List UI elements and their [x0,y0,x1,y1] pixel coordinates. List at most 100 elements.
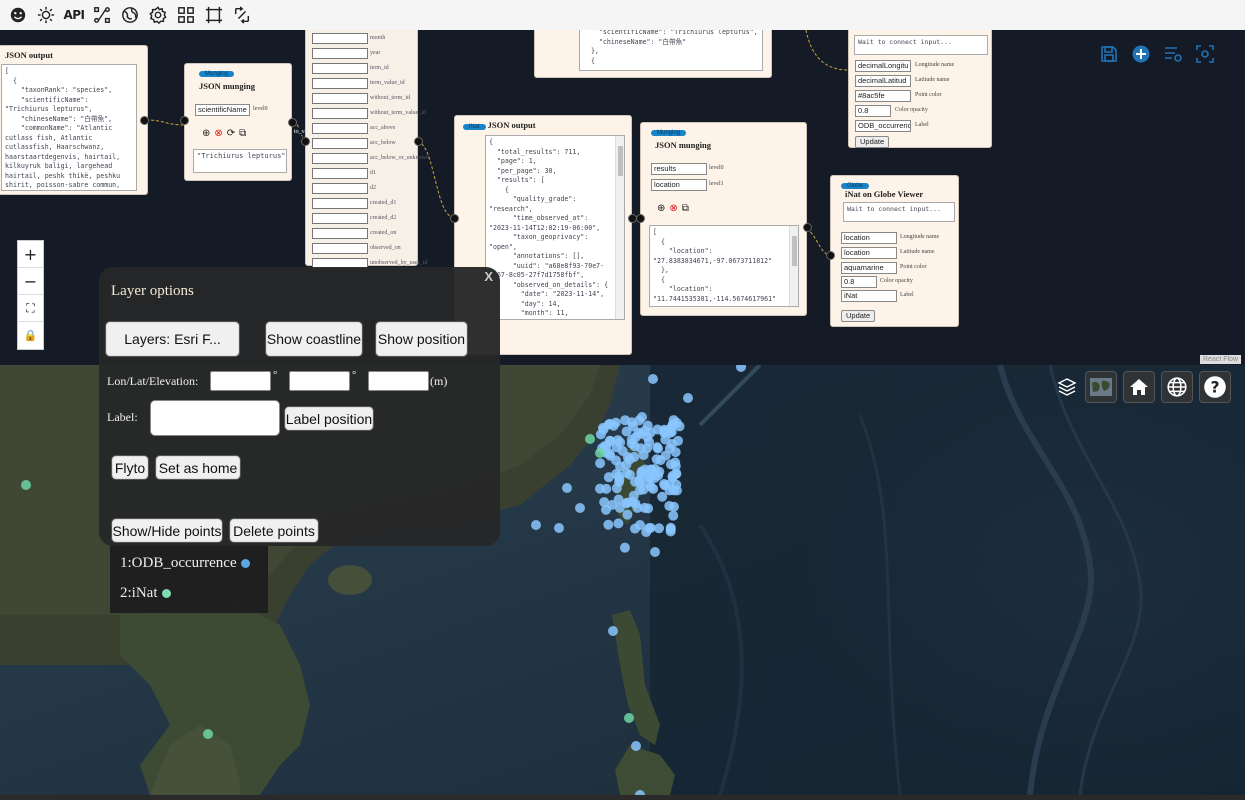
param-input[interactable] [312,183,368,194]
input-handle[interactable] [826,251,835,260]
save-icon[interactable] [1099,44,1119,64]
json-output-text[interactable]: { "total_results": 711, "page": 1, "per_… [485,135,625,320]
set-as-home-button[interactable]: Set as home [155,455,241,480]
legend-item[interactable]: 1:ODB_occurrence [120,555,250,572]
odb-point[interactable] [562,483,572,493]
sun-icon[interactable] [32,1,60,29]
copy-icon[interactable]: ⧉ [682,203,689,214]
odb-point[interactable] [671,485,682,496]
odb-point[interactable] [615,437,626,448]
screenshot-icon[interactable] [1195,44,1215,64]
update-button[interactable]: Update [855,136,890,148]
input-handle[interactable] [180,116,189,125]
odb-point[interactable] [648,374,658,384]
odb-point[interactable] [608,626,618,636]
delete-icon[interactable]: ⊗ [214,128,222,139]
param-input[interactable] [312,123,368,134]
param-input[interactable] [312,228,368,239]
odb-point[interactable] [554,523,564,533]
refresh-icon[interactable]: ⟳ [227,128,235,139]
odb-point[interactable] [683,393,693,403]
add-icon[interactable]: ⊕ [202,128,210,139]
odb-point[interactable] [665,524,676,535]
gear-icon[interactable] [144,1,172,29]
show-coastline-button[interactable]: Show coastline [265,321,363,357]
point-color-input[interactable]: aquamarine [841,262,897,274]
output-handle[interactable] [288,118,297,127]
longitude-input[interactable]: decimalLongitu [855,60,911,72]
globe-viewer-node-1[interactable]: Wait to connect input... decimalLongitu … [848,30,992,148]
longitude-input[interactable]: location [841,232,897,244]
odb-point[interactable] [644,523,655,534]
param-input[interactable] [312,213,368,224]
param-input[interactable] [312,198,368,209]
json-munging-node-1[interactable]: Munging JSON munging scientificName leve… [180,63,297,181]
flyto-button[interactable]: Flyto [111,455,149,480]
odb-point[interactable] [635,485,646,496]
odb-point[interactable] [654,523,665,534]
param-input[interactable] [312,108,368,119]
odb-point[interactable] [601,483,612,494]
odb-point[interactable] [622,509,633,520]
odb-point[interactable] [631,741,641,751]
odb-point[interactable] [643,503,654,514]
odb-point[interactable] [637,412,647,422]
globe-icon[interactable] [116,1,144,29]
swap-icon[interactable] [228,1,256,29]
help-icon[interactable]: ? [1199,371,1231,403]
react-flow-attribution[interactable]: React Flow [1199,355,1241,364]
layers-icon[interactable] [1055,371,1079,403]
odb-point[interactable] [660,450,671,461]
smiley-icon[interactable] [4,1,32,29]
odb-point[interactable] [659,424,670,435]
odb-point[interactable] [619,542,630,553]
input-handle[interactable] [450,214,459,223]
odb-point[interactable] [653,443,664,454]
zoom-out-icon[interactable]: − [18,268,43,295]
api-icon[interactable]: API [60,1,88,29]
param-input[interactable] [312,48,368,59]
odb-point[interactable] [626,417,637,428]
json-munging-node-2[interactable]: Munging JSON munging results level0 loca… [636,122,812,316]
inat-point[interactable] [624,713,634,723]
odb-point[interactable] [664,500,675,511]
inat-point[interactable] [585,434,595,444]
label-position-button[interactable]: Label position [284,406,374,431]
odb-point[interactable] [575,503,585,513]
json-output-node-top[interactable]: "scientificName": "Trichiurus lepturus",… [534,30,772,78]
grid-icon[interactable] [172,1,200,29]
label-input[interactable]: iNat [841,290,897,302]
output-handle[interactable] [140,116,149,125]
odb-point[interactable] [531,520,541,530]
odb-point[interactable] [635,472,646,483]
odb-point[interactable] [629,441,640,452]
odb-point[interactable] [613,518,624,529]
odb-point[interactable] [638,450,649,461]
param-input[interactable] [312,63,368,74]
odb-point[interactable] [622,451,633,462]
output-handle[interactable] [414,137,423,146]
inat-point[interactable] [595,448,605,458]
param-input[interactable] [312,33,368,44]
odb-point[interactable] [595,458,606,469]
munging-output[interactable]: "Trichiurus lepturus" [193,149,287,173]
globe-viewer-node-2[interactable]: Globe iNat on Globe Viewer Wait to conne… [826,175,959,327]
field-input[interactable]: scientificName [195,104,250,116]
elevation-input[interactable] [368,371,429,391]
input-handle[interactable] [301,137,310,146]
latitude-input[interactable]: decimalLatitud [855,75,911,87]
delete-icon[interactable]: ⊗ [669,203,677,214]
munging-output[interactable]: [ { "location": "27.8383834671,-97.06737… [649,225,799,307]
opacity-input[interactable]: 0.8 [855,105,891,117]
param-input[interactable] [312,78,368,89]
update-button[interactable]: Update [841,310,876,322]
param-input[interactable] [312,243,368,254]
flow-icon[interactable] [88,1,116,29]
base-layer-picker-icon[interactable] [1085,371,1117,403]
add-icon[interactable]: ⊕ [657,203,665,214]
odb-point[interactable] [632,502,643,513]
odb-point[interactable] [668,510,679,521]
globe-view-icon[interactable] [1161,371,1193,403]
label-input[interactable]: ODB_occurrence [855,120,911,132]
layers-button[interactable]: Layers: Esri F... [105,321,240,357]
